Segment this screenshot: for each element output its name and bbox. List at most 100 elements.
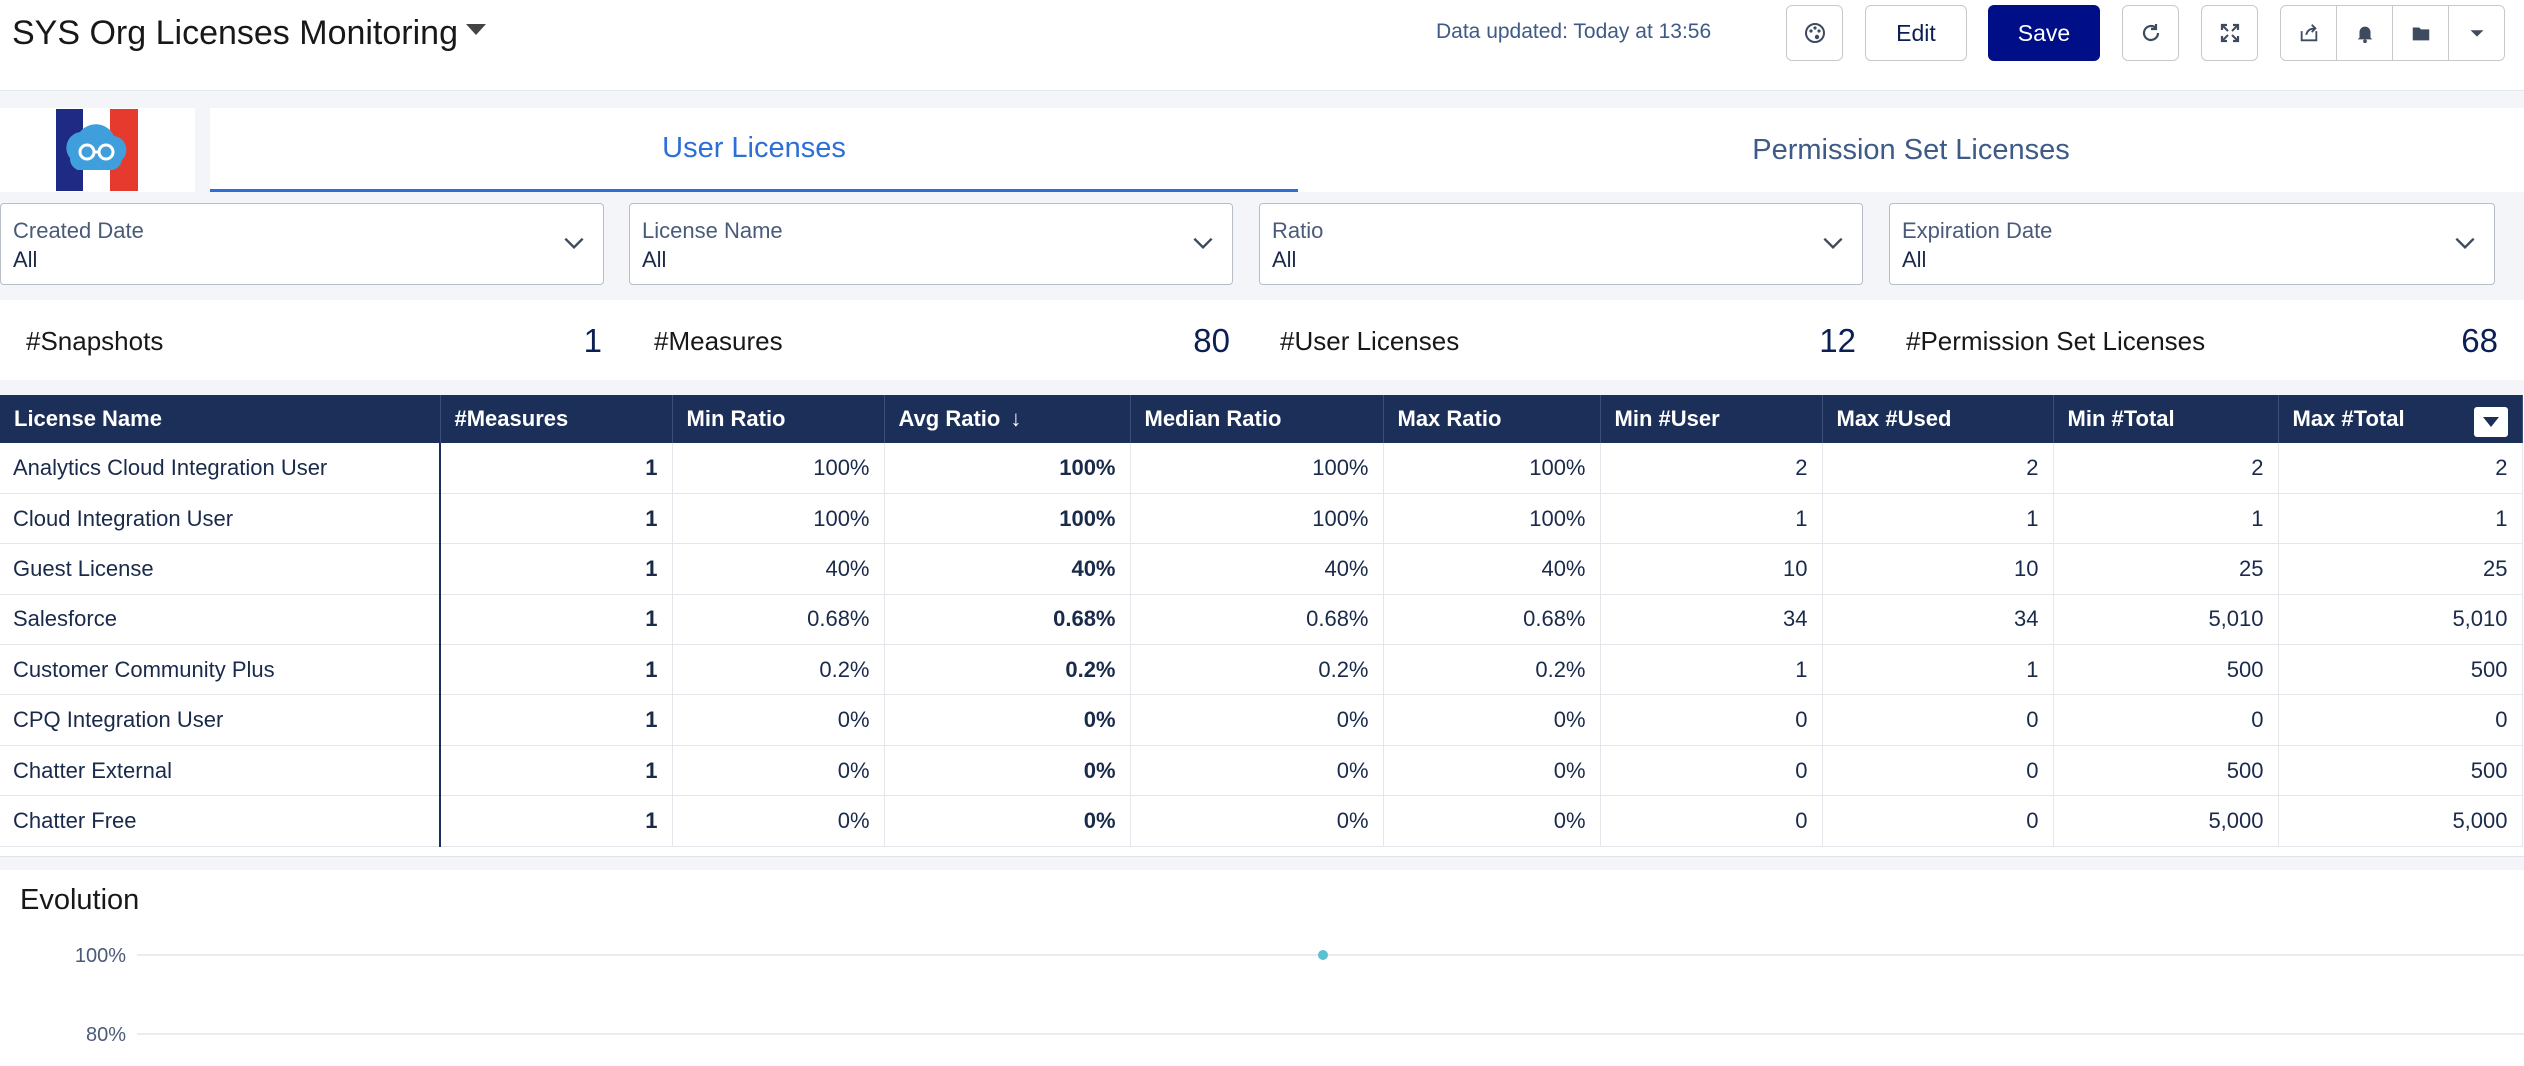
data-point[interactable] [1318,950,1328,960]
table-cell: 1 [440,443,673,494]
table-cell: 1 [1822,644,2054,696]
license-name-cell: Guest License [0,543,441,595]
column-menu-button[interactable] [2473,407,2508,437]
kpi-measures: #Measures 80 [628,300,1256,380]
chevron-down-icon [1823,237,1843,250]
table-cell: 34 [1822,594,2054,646]
license-name-cell: Chatter External [0,745,441,797]
data-updated-text: Data updated: Today at 13:56 [1436,20,1712,43]
kpi-user-licenses: #User Licenses 12 [1254,300,1882,380]
table-header-row: License Name #Measures Min Ratio Avg Rat… [0,395,2523,443]
license-name-cell: Customer Community Plus [0,644,441,696]
table-body: Analytics Cloud Integration User 1 100% 100… [0,443,2523,847]
table-row[interactable]: Guest License 1 40% 40% 40% 40% 10 10 25 25 [0,543,2523,595]
table-cell: 500 [2053,745,2279,797]
filter-value: All [1902,247,1927,272]
expand-icon [2220,23,2239,43]
fullscreen-button[interactable] [2201,5,2258,61]
table-cell: 0.2% [884,644,1131,696]
table-row[interactable]: Salesforce 1 0.68% 0.68% 0.68% 0.68% 34 34 5,010… [0,594,2523,646]
filter-license-name[interactable]: License Name All [629,203,1233,285]
column-header[interactable]: Min #Total [2053,395,2279,443]
filter-ratio[interactable]: Ratio All [1259,203,1863,285]
table-cell: 1 [1600,644,1823,696]
table-cell: 25 [2278,543,2523,595]
logo-icon [56,109,138,191]
table-row[interactable]: CPQ Integration User 1 0% 0% 0% 0% 0 0 0 0 [0,694,2523,746]
table-cell: 0.68% [1383,594,1601,646]
table-cell: 100% [1383,443,1601,494]
license-name-cell: CPQ Integration User [0,694,441,746]
column-header-label: Avg Ratio [898,406,1001,431]
table-cell: 10 [1600,543,1823,595]
column-header[interactable]: Min Ratio [672,395,885,443]
table-cell: 100% [1383,493,1601,545]
column-header[interactable]: Min #User [1600,395,1823,443]
refresh-icon [2142,24,2159,42]
kpi-permission-set-licenses: #Permission Set Licenses 68 [1880,300,2524,380]
folder-icon [2412,27,2429,41]
filter-value: All [642,247,667,272]
kpi-row: #Snapshots 1 #Measures 80 #User Licenses… [0,300,2524,380]
column-header-last[interactable]: Max #Total [2278,395,2523,443]
column-header[interactable]: Max Ratio [1383,395,1601,443]
filter-value: All [13,247,38,272]
table-cell: 500 [2053,644,2279,696]
table-cell: 1 [440,795,673,847]
column-header[interactable]: #Measures [440,395,673,443]
kpi-value: 1 [583,322,602,359]
table-cell: 0% [672,694,885,746]
save-button[interactable]: Save [1988,5,2100,61]
edit-button[interactable]: Edit [1865,5,1967,61]
table-cell: 0.2% [1383,644,1601,696]
table-cell: 1 [1600,493,1823,545]
column-header[interactable]: Max #Used [1822,395,2054,443]
column-header[interactable]: License Name [0,395,441,443]
share-button[interactable] [2281,6,2337,60]
table-cell: 0 [1822,795,2054,847]
more-actions-button[interactable] [2449,6,2504,60]
share-icon [2300,24,2317,42]
table-cell: 0.68% [672,594,885,646]
filter-expiration-date[interactable]: Expiration Date All [1889,203,2495,285]
y-tick-label: 100% [75,945,126,967]
table-cell: 100% [672,443,885,494]
table-cell: 1 [440,694,673,746]
column-header-sorted[interactable]: Avg Ratio ↓ [884,395,1131,443]
app-logo [0,108,195,192]
table-cell: 0 [1822,694,2054,746]
dashboard: SYS Org Licenses Monitoring Data updated… [0,0,2524,1066]
refresh-button[interactable] [2122,5,2179,61]
kpi-value: 68 [2461,322,2498,359]
evolution-chart: 100% 80% [75,945,2524,1046]
table-row[interactable]: Chatter External 1 0% 0% 0% 0% 0 0 500 500 [0,745,2523,797]
table-cell: 40% [672,543,885,595]
dashboard-title: SYS Org Licenses Monitoring [12,14,458,52]
title-dropdown-icon[interactable] [466,24,486,35]
column-header[interactable]: Median Ratio [1130,395,1384,443]
table-cell: 1 [2278,493,2523,545]
table-row[interactable]: Analytics Cloud Integration User 1 100% 100… [0,443,2523,494]
table-row[interactable]: Chatter Free 1 0% 0% 0% 0% 0 0 5,000 5,000 [0,795,2523,847]
table-cell: 0% [672,745,885,797]
table-cell: 0 [1600,795,1823,847]
table-cell: 40% [1383,543,1601,595]
subscribe-button[interactable] [2337,6,2393,60]
license-name-cell: Chatter Free [0,795,441,847]
dashboard-header: SYS Org Licenses Monitoring Data updated… [0,0,2524,91]
table-cell: 0% [1383,745,1601,797]
table-cell: 0% [1130,795,1384,847]
filter-created-date[interactable]: Created Date All [0,203,604,285]
tab-user-licenses[interactable]: User Licenses [210,108,1298,192]
theme-button[interactable] [1786,5,1843,61]
table-cell: 100% [672,493,885,545]
table-row[interactable]: Cloud Integration User 1 100% 100% 100% 100% 1… [0,493,2523,545]
filter-label: Created Date [13,218,144,243]
table-cell: 0% [1383,795,1601,847]
collections-button[interactable] [2393,6,2449,60]
table-row[interactable]: Customer Community Plus 1 0.2% 0.2% 0.2% 0.2%… [0,644,2523,696]
filter-label: License Name [642,218,783,243]
table-cell: 5,010 [2278,594,2523,646]
tab-permission-set-licenses[interactable]: Permission Set Licenses [1298,108,2524,192]
kpi-label: #Snapshots [26,326,164,356]
